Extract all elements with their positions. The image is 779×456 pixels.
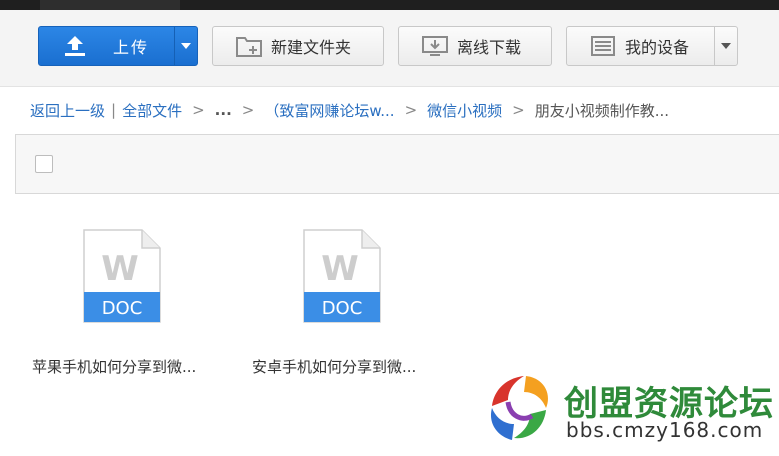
offline-download-icon — [421, 33, 449, 59]
breadcrumb-folder-1[interactable]: （致富网赚论坛w... — [264, 100, 394, 121]
upload-button-group: 上传 — [38, 26, 198, 66]
doc-file-icon: W DOC — [303, 229, 381, 323]
new-folder-icon — [235, 33, 263, 59]
my-devices-button-group: 我的设备 — [566, 26, 738, 66]
doc-letter: W — [321, 249, 359, 289]
watermark-logo-icon — [490, 376, 548, 440]
breadcrumb-all-files[interactable]: 全部文件 — [122, 100, 182, 121]
breadcrumb-separator: > — [512, 101, 525, 119]
watermark-url: bbs.cmzy168.com — [566, 418, 764, 442]
watermark: 创盟资源论坛 bbs.cmzy168.com — [486, 370, 776, 450]
doc-letter: W — [101, 249, 139, 289]
breadcrumb-current-folder: 朋友小视频制作教... — [534, 101, 670, 120]
breadcrumb-separator: > — [404, 101, 418, 119]
doc-file-icon: W DOC — [83, 229, 161, 323]
select-all-checkbox[interactable] — [35, 155, 53, 173]
file-name: 苹果手机如何分享到微... — [32, 358, 197, 376]
offline-download-button[interactable]: 离线下载 — [398, 26, 552, 66]
breadcrumb: 返回上一级 | 全部文件 > ... > （致富网赚论坛w... > 微信小视频… — [30, 98, 669, 122]
toolbar: 上传 新建文件夹 离线下载 我的设备 — [0, 10, 779, 87]
file-item[interactable]: W DOC 安卓手机如何分享到微... — [238, 228, 448, 388]
top-bar-segment — [40, 0, 180, 10]
file-item[interactable]: W DOC 苹果手机如何分享到微... — [18, 228, 228, 388]
chevron-down-icon — [181, 43, 192, 49]
doc-type-label: DOC — [102, 298, 143, 319]
my-devices-dropdown-button[interactable] — [714, 27, 737, 65]
new-folder-button[interactable]: 新建文件夹 — [212, 26, 384, 66]
upload-label: 上传 — [113, 38, 150, 57]
device-icon — [589, 33, 617, 59]
file-list-header — [15, 134, 779, 194]
breadcrumb-separator: > — [241, 101, 255, 119]
upload-dropdown-button[interactable] — [174, 27, 197, 65]
chevron-down-icon — [721, 43, 732, 49]
upload-icon — [61, 33, 89, 59]
breadcrumb-divider: | — [111, 101, 117, 119]
offline-download-label: 离线下载 — [457, 38, 522, 57]
browser-top-bar — [0, 0, 779, 10]
breadcrumb-back-link[interactable]: 返回上一级 — [30, 100, 105, 121]
breadcrumb-separator: > — [192, 101, 205, 119]
doc-type-label: DOC — [322, 298, 363, 319]
breadcrumb-folder-2[interactable]: 微信小视频 — [427, 100, 502, 121]
my-devices-button[interactable]: 我的设备 — [567, 27, 714, 65]
new-folder-label: 新建文件夹 — [271, 38, 352, 57]
breadcrumb-ellipsis[interactable]: ... — [215, 101, 232, 119]
my-devices-label: 我的设备 — [625, 38, 690, 57]
file-name: 安卓手机如何分享到微... — [252, 358, 417, 376]
upload-button[interactable]: 上传 — [39, 27, 174, 65]
